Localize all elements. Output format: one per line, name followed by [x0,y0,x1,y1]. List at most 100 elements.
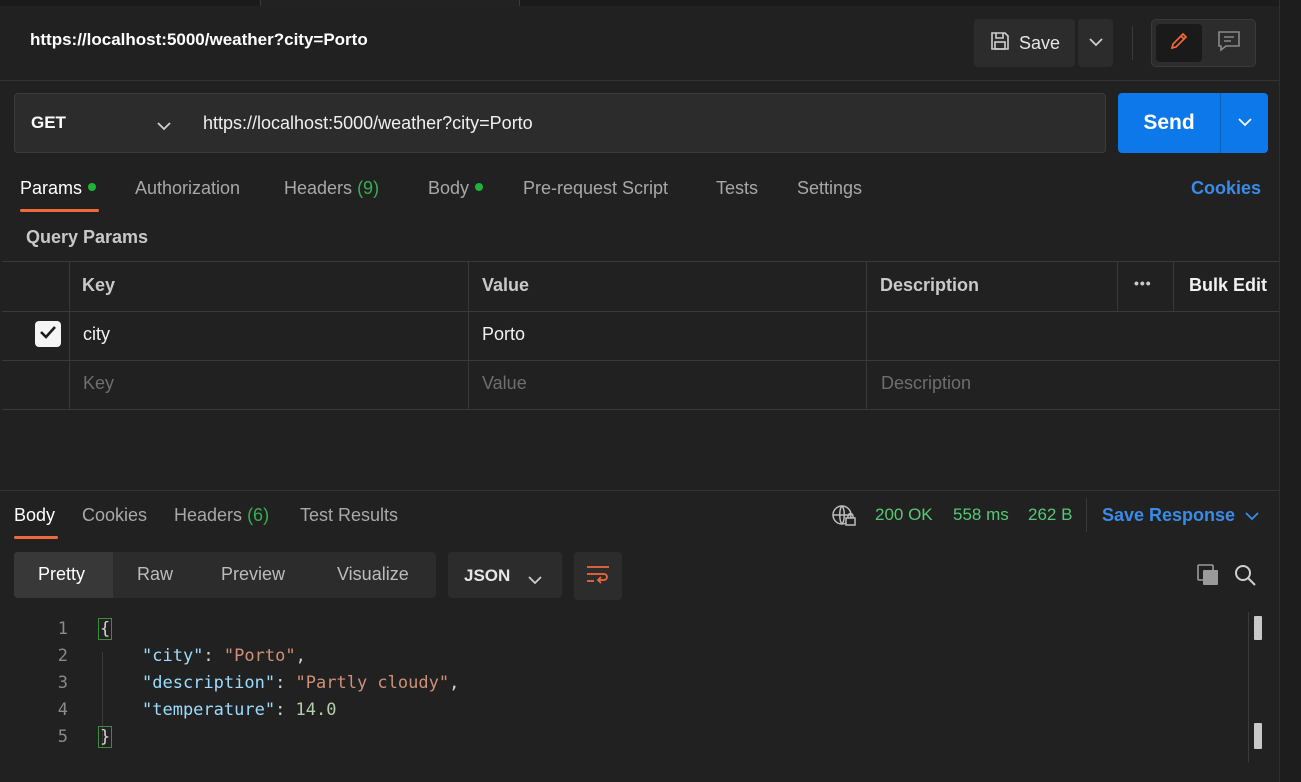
active-tab-underline [20,209,99,212]
top-tab-strip [0,0,1280,6]
column-header-key: Key [82,275,116,295]
column-divider [468,261,469,409]
tab-params-label: Params [20,178,83,198]
json-key: "city" [142,646,204,666]
tab-body[interactable]: Body [428,178,484,199]
view-mode-pretty[interactable]: Pretty [38,564,85,585]
send-button[interactable]: Send [1118,93,1220,153]
tab-settings[interactable]: Settings [797,178,862,199]
tab-params[interactable]: Params [20,178,97,199]
new-description-input[interactable]: Description [881,373,971,394]
cookies-link[interactable]: Cookies [1191,178,1261,199]
save-button[interactable]: Save [974,19,1075,67]
resp-tab-headers-label: Headers [174,505,243,525]
resp-tab-body[interactable]: Body [14,505,55,526]
resp-tab-cookies[interactable]: Cookies [82,505,147,526]
open-brace: { [98,618,113,640]
close-brace: } [98,726,113,748]
copy-icon[interactable] [1196,563,1220,592]
comment-mode-button[interactable] [1206,24,1252,62]
url-input[interactable]: https://localhost:5000/weather?city=Port… [187,93,1106,153]
tab-authorization[interactable]: Authorization [135,178,240,199]
view-mode-raw[interactable]: Raw [137,564,173,585]
resp-headers-count: (6) [247,505,270,525]
method-value: GET [31,113,66,132]
json-string-value: "Porto" [223,646,296,666]
save-icon [989,30,1011,57]
edit-mode-button[interactable] [1156,24,1202,62]
status-divider [1086,498,1087,532]
line-number: 5 [57,727,68,747]
scrollbar-marker[interactable] [1254,616,1262,640]
view-mode-selector: Pretty Raw Preview Visualize [14,552,436,598]
resp-tab-test-results[interactable]: Test Results [300,505,398,526]
response-separator [0,490,1279,491]
response-body-viewer[interactable]: 1 2 3 4 5 { "city": "Porto", "descriptio… [0,612,1279,782]
open-request-tab[interactable] [260,0,520,6]
param-description-cell[interactable] [880,324,1270,346]
chevron-down-icon [1088,34,1103,52]
save-response-button[interactable]: Save Response [1102,505,1259,526]
save-label: Save [1018,32,1061,53]
tab-pre-request-script[interactable]: Pre-request Script [523,178,668,199]
tab-tests[interactable]: Tests [716,178,758,199]
line-number: 4 [57,700,68,720]
tab-headers[interactable]: Headers (9) [284,178,379,199]
column-divider [1117,261,1118,311]
table-border [2,261,1279,262]
search-icon[interactable] [1233,563,1257,592]
param-key-cell[interactable]: city [83,324,110,345]
send-options-button[interactable] [1220,93,1268,153]
scrollbar-track[interactable] [1248,612,1249,762]
more-options-icon[interactable]: ••• [1134,275,1152,291]
format-select[interactable]: JSON [448,552,562,598]
response-tabs: Body Cookies Headers (6) Test Results [0,505,700,529]
comment-icon [1217,30,1241,57]
view-mode-visualize[interactable]: Visualize [337,564,409,585]
column-header-description: Description [880,275,980,295]
column-header-value: Value [482,275,530,295]
json-key: "description" [142,673,276,693]
bulk-edit-button[interactable]: Bulk Edit [1189,275,1267,296]
active-resp-tab-underline [14,536,58,539]
response-size[interactable]: 262 B [1028,505,1072,525]
line-number: 1 [57,619,68,639]
resp-tab-headers[interactable]: Headers (6) [174,505,269,526]
body-indicator-dot [475,183,484,191]
request-tabs: Params Authorization Headers (9) Body Pr… [0,178,1279,202]
pencil-icon [1168,30,1190,57]
response-time[interactable]: 558 ms [953,505,1009,525]
view-mode-preview[interactable]: Preview [221,564,285,585]
code-line: "temperature": 14.0 [142,700,337,720]
table-border [2,311,1279,312]
globe-lock-icon[interactable] [831,504,857,533]
query-params-title: Query Params [26,227,149,247]
code-line: { [98,618,113,640]
column-divider [69,261,70,409]
chevron-down-icon [157,116,171,136]
header-separator [0,80,1279,81]
save-options-button[interactable] [1078,19,1113,67]
code-line: "description": "Partly cloudy", [142,673,460,693]
chevron-down-icon [1237,114,1252,132]
right-sidebar-rail [1279,0,1301,782]
param-enabled-checkbox[interactable] [35,321,61,347]
json-key: "temperature" [142,700,276,720]
json-number-value: 14.0 [295,700,337,720]
scrollbar-marker[interactable] [1254,723,1262,749]
param-value-cell[interactable]: Porto [482,324,525,345]
code-line: } [98,726,113,748]
json-comma: , [449,673,460,693]
table-border [2,360,1279,361]
method-select[interactable]: GET [14,93,188,153]
status-code[interactable]: 200 OK [875,505,933,525]
mode-toggle [1151,19,1256,67]
tab-headers-label: Headers [284,178,353,198]
new-key-input[interactable]: Key [83,373,114,394]
params-table: Key Value Description ••• Bulk Edit city… [2,261,1279,411]
save-response-label: Save Response [1102,505,1236,525]
table-border [2,409,1279,410]
new-value-input[interactable]: Value [482,373,527,394]
tab-body-label: Body [428,178,470,198]
wrap-lines-button[interactable] [574,552,622,600]
